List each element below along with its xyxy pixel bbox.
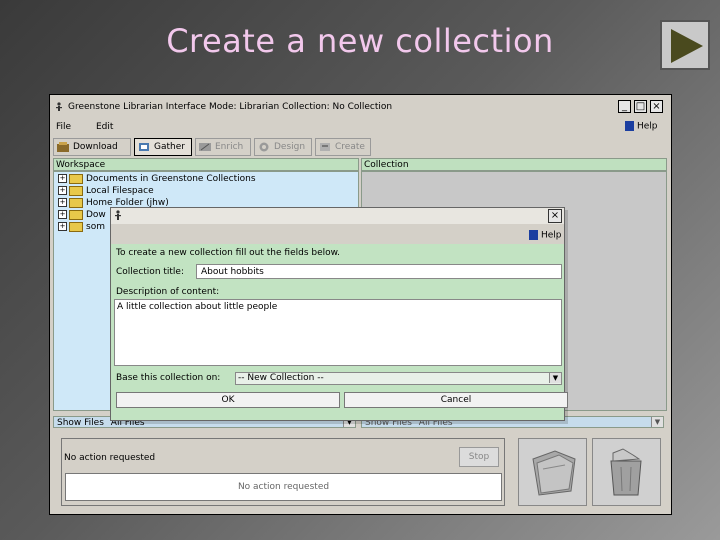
base-collection-select[interactable]: -- New Collection -- ▼ bbox=[235, 372, 562, 385]
tree-item-label: Dow bbox=[86, 210, 106, 220]
folder-icon bbox=[69, 173, 83, 184]
gli-screenshot: Greenstone Librarian Interface Mode: Lib… bbox=[49, 94, 672, 515]
folder-icon bbox=[69, 221, 83, 232]
description-textarea[interactable]: A little collection about little people bbox=[114, 299, 562, 366]
maximize-button[interactable]: □ bbox=[634, 100, 647, 113]
enrich-icon bbox=[199, 143, 211, 151]
tab-toolbar: Download Gather Enrich Design Create bbox=[50, 137, 671, 159]
gli-window: Greenstone Librarian Interface Mode: Lib… bbox=[50, 95, 671, 514]
chevron-down-icon[interactable]: ▼ bbox=[549, 373, 561, 383]
tab-enrich-label: Enrich bbox=[215, 142, 244, 152]
expand-icon[interactable]: + bbox=[58, 222, 67, 231]
greenstone-app-icon bbox=[56, 102, 62, 111]
dialog-help-button[interactable]: Help bbox=[529, 230, 562, 241]
tab-download[interactable]: Download bbox=[53, 138, 131, 156]
close-window-button[interactable]: × bbox=[650, 100, 663, 113]
base-collection-label: Base this collection on: bbox=[116, 373, 221, 383]
play-triangle-icon bbox=[671, 29, 703, 63]
trash-icon bbox=[610, 448, 642, 496]
cancel-button[interactable]: Cancel bbox=[344, 392, 568, 408]
greenstone-app-icon bbox=[115, 210, 121, 220]
tab-gather[interactable]: Gather bbox=[134, 138, 192, 156]
folder-icon bbox=[69, 185, 83, 196]
slide-title: Create a new collection bbox=[166, 22, 554, 60]
collection-title-label: Collection title: bbox=[116, 267, 185, 277]
tab-design[interactable]: Design bbox=[254, 138, 312, 156]
minimize-button[interactable]: _ bbox=[618, 100, 631, 113]
show-files-label: Show Files bbox=[57, 418, 104, 428]
tree-item-label: Local Filespace bbox=[86, 186, 154, 196]
collection-header: Collection bbox=[361, 158, 667, 171]
menu-bar: File Edit bbox=[50, 119, 671, 137]
dialog-titlebar: × bbox=[111, 208, 564, 224]
base-collection-value: -- New Collection -- bbox=[238, 373, 324, 383]
help-book-icon bbox=[625, 121, 634, 131]
help-book-icon bbox=[529, 230, 538, 240]
next-slide-button[interactable] bbox=[660, 20, 710, 70]
expand-icon[interactable]: + bbox=[58, 198, 67, 207]
workspace-header: Workspace bbox=[53, 158, 359, 171]
window-titlebar: Greenstone Librarian Interface Mode: Lib… bbox=[50, 95, 671, 119]
tree-item[interactable]: + som bbox=[58, 221, 105, 233]
expand-icon[interactable]: + bbox=[58, 210, 67, 219]
window-title: Greenstone Librarian Interface Mode: Lib… bbox=[68, 102, 393, 112]
help-label: Help bbox=[637, 121, 658, 132]
tab-gather-label: Gather bbox=[154, 142, 185, 152]
close-icon: × bbox=[550, 210, 560, 221]
description-label: Description of content: bbox=[116, 287, 220, 297]
dialog-instructions: To create a new collection fill out the … bbox=[116, 248, 341, 258]
dialog-close-button[interactable]: × bbox=[548, 209, 562, 223]
tab-create[interactable]: Create bbox=[315, 138, 371, 156]
status-text: No action requested bbox=[64, 453, 156, 463]
tree-item-label: som bbox=[86, 222, 105, 232]
gather-icon bbox=[139, 143, 149, 151]
menu-file[interactable]: File bbox=[56, 122, 71, 132]
tab-enrich[interactable]: Enrich bbox=[195, 138, 251, 156]
stop-button[interactable]: Stop bbox=[459, 447, 499, 467]
new-collection-dialog: × Help To create a new collection fill o… bbox=[110, 207, 568, 421]
tree-item[interactable]: + Dow bbox=[58, 209, 106, 221]
expand-icon[interactable]: + bbox=[58, 174, 67, 183]
create-icon bbox=[320, 143, 330, 151]
tab-create-label: Create bbox=[335, 142, 365, 152]
tree-item-label: Documents in Greenstone Collections bbox=[86, 174, 256, 184]
chevron-down-icon[interactable]: ▼ bbox=[651, 417, 663, 427]
minimize-icon: _ bbox=[622, 101, 627, 112]
folder-icon bbox=[532, 450, 576, 496]
workspace-folder-button[interactable] bbox=[518, 438, 587, 506]
progress-bar: No action requested bbox=[65, 473, 502, 501]
download-icon bbox=[57, 142, 69, 152]
tree-item[interactable]: + Documents in Greenstone Collections bbox=[58, 173, 256, 185]
folder-icon bbox=[69, 197, 83, 208]
maximize-icon: □ bbox=[635, 101, 646, 112]
dialog-help-label: Help bbox=[541, 230, 562, 241]
close-icon: × bbox=[652, 101, 661, 112]
status-panel: No action requested Stop No action reque… bbox=[61, 438, 505, 506]
ok-button[interactable]: OK bbox=[116, 392, 340, 408]
collection-title-input[interactable] bbox=[196, 264, 562, 279]
expand-icon[interactable]: + bbox=[58, 186, 67, 195]
folder-icon bbox=[69, 209, 83, 220]
tab-download-label: Download bbox=[73, 142, 118, 152]
menu-edit[interactable]: Edit bbox=[96, 122, 113, 132]
help-button[interactable]: Help bbox=[625, 121, 658, 132]
design-icon bbox=[259, 142, 269, 152]
tab-design-label: Design bbox=[274, 142, 306, 152]
delete-bin-button[interactable] bbox=[592, 438, 661, 506]
dialog-body: To create a new collection fill out the … bbox=[111, 244, 568, 420]
tree-item[interactable]: + Local Filespace bbox=[58, 185, 154, 197]
